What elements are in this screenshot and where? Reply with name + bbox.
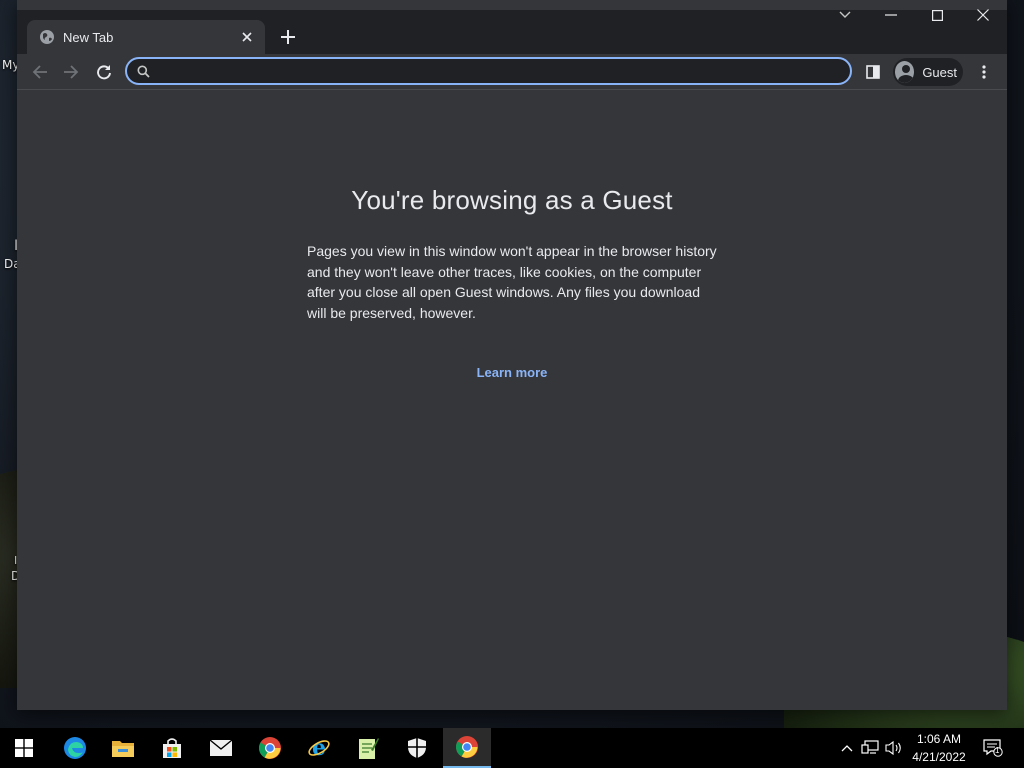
svg-text:e: e (312, 736, 326, 760)
tab-title: New Tab (63, 29, 114, 45)
taskbar-notepad[interactable] (344, 728, 392, 768)
chevron-down-icon (839, 11, 851, 18)
tab-new-tab[interactable]: New Tab (27, 20, 265, 54)
learn-more-link[interactable]: Learn more (17, 365, 1007, 380)
close-icon (242, 32, 252, 42)
network-icon (861, 740, 879, 754)
taskbar-internet-explorer[interactable]: e (295, 728, 343, 768)
chrome-icon (259, 737, 281, 759)
taskbar-store[interactable] (148, 728, 196, 768)
guest-description: Pages you view in this window won't appe… (307, 243, 717, 321)
menu-button[interactable] (970, 58, 998, 86)
maximize-button[interactable] (914, 0, 960, 30)
start-button[interactable] (0, 728, 48, 768)
file-explorer-icon (112, 741, 134, 757)
tray-overflow-button[interactable] (837, 738, 857, 758)
notification-icon (983, 739, 1003, 757)
security-shield-icon (408, 738, 426, 758)
close-icon (977, 9, 989, 21)
close-window-button[interactable] (960, 0, 1006, 30)
taskbar-security[interactable] (393, 728, 441, 768)
taskbar: e 1:06 AM 4/21/2022 1 (0, 728, 1024, 768)
mail-icon (209, 739, 233, 756)
tab-close-button[interactable] (239, 29, 255, 45)
forward-button[interactable] (57, 58, 85, 86)
tray-network[interactable] (860, 738, 880, 758)
browser-window: New Tab Guest You're browsing as a Guest… (17, 0, 1007, 710)
notification-count-badge: 1 (995, 746, 1000, 755)
arrow-left-icon (32, 65, 47, 79)
store-icon (163, 738, 181, 758)
notepad-icon (359, 738, 379, 759)
action-center-button[interactable]: 1 (982, 738, 1004, 758)
toolbar: Guest (17, 54, 1007, 90)
address-input[interactable] (158, 63, 850, 79)
chevron-up-icon (841, 745, 853, 752)
back-button[interactable] (26, 58, 54, 86)
clock-time: 1:06 AM (916, 732, 962, 746)
page-content: You're browsing as a Guest Pages you vie… (17, 91, 1007, 710)
edge-icon (64, 737, 86, 759)
side-panel-icon (866, 65, 880, 79)
internet-explorer-icon: e (308, 736, 330, 760)
clock-date: 4/21/2022 (912, 750, 966, 764)
minimize-icon (885, 14, 897, 16)
chrome-icon (456, 736, 478, 758)
taskbar-chrome[interactable] (246, 728, 294, 768)
arrow-right-icon (64, 65, 79, 79)
avatar-icon (895, 61, 915, 83)
globe-icon (40, 30, 54, 44)
page-title: You're browsing as a Guest (351, 185, 673, 215)
address-bar[interactable] (125, 57, 852, 85)
plus-icon (281, 30, 295, 44)
taskbar-edge[interactable] (51, 728, 99, 768)
profile-name: Guest (922, 64, 957, 80)
reload-button[interactable] (90, 58, 118, 86)
taskbar-chrome-active[interactable] (443, 728, 491, 768)
windows-start-icon (15, 739, 33, 757)
reload-icon (97, 65, 111, 80)
search-icon (137, 65, 150, 78)
taskbar-clock[interactable]: 1:06 AM 4/21/2022 (900, 730, 978, 766)
new-tab-button[interactable] (277, 26, 299, 48)
profile-button[interactable]: Guest (893, 58, 963, 86)
taskbar-file-explorer[interactable] (99, 728, 147, 768)
taskbar-mail[interactable] (197, 728, 245, 768)
minimize-button[interactable] (868, 0, 914, 30)
maximize-icon (931, 9, 943, 21)
search-tabs-button[interactable] (822, 0, 868, 30)
more-vertical-icon (982, 65, 986, 79)
side-panel-button[interactable] (859, 58, 887, 86)
